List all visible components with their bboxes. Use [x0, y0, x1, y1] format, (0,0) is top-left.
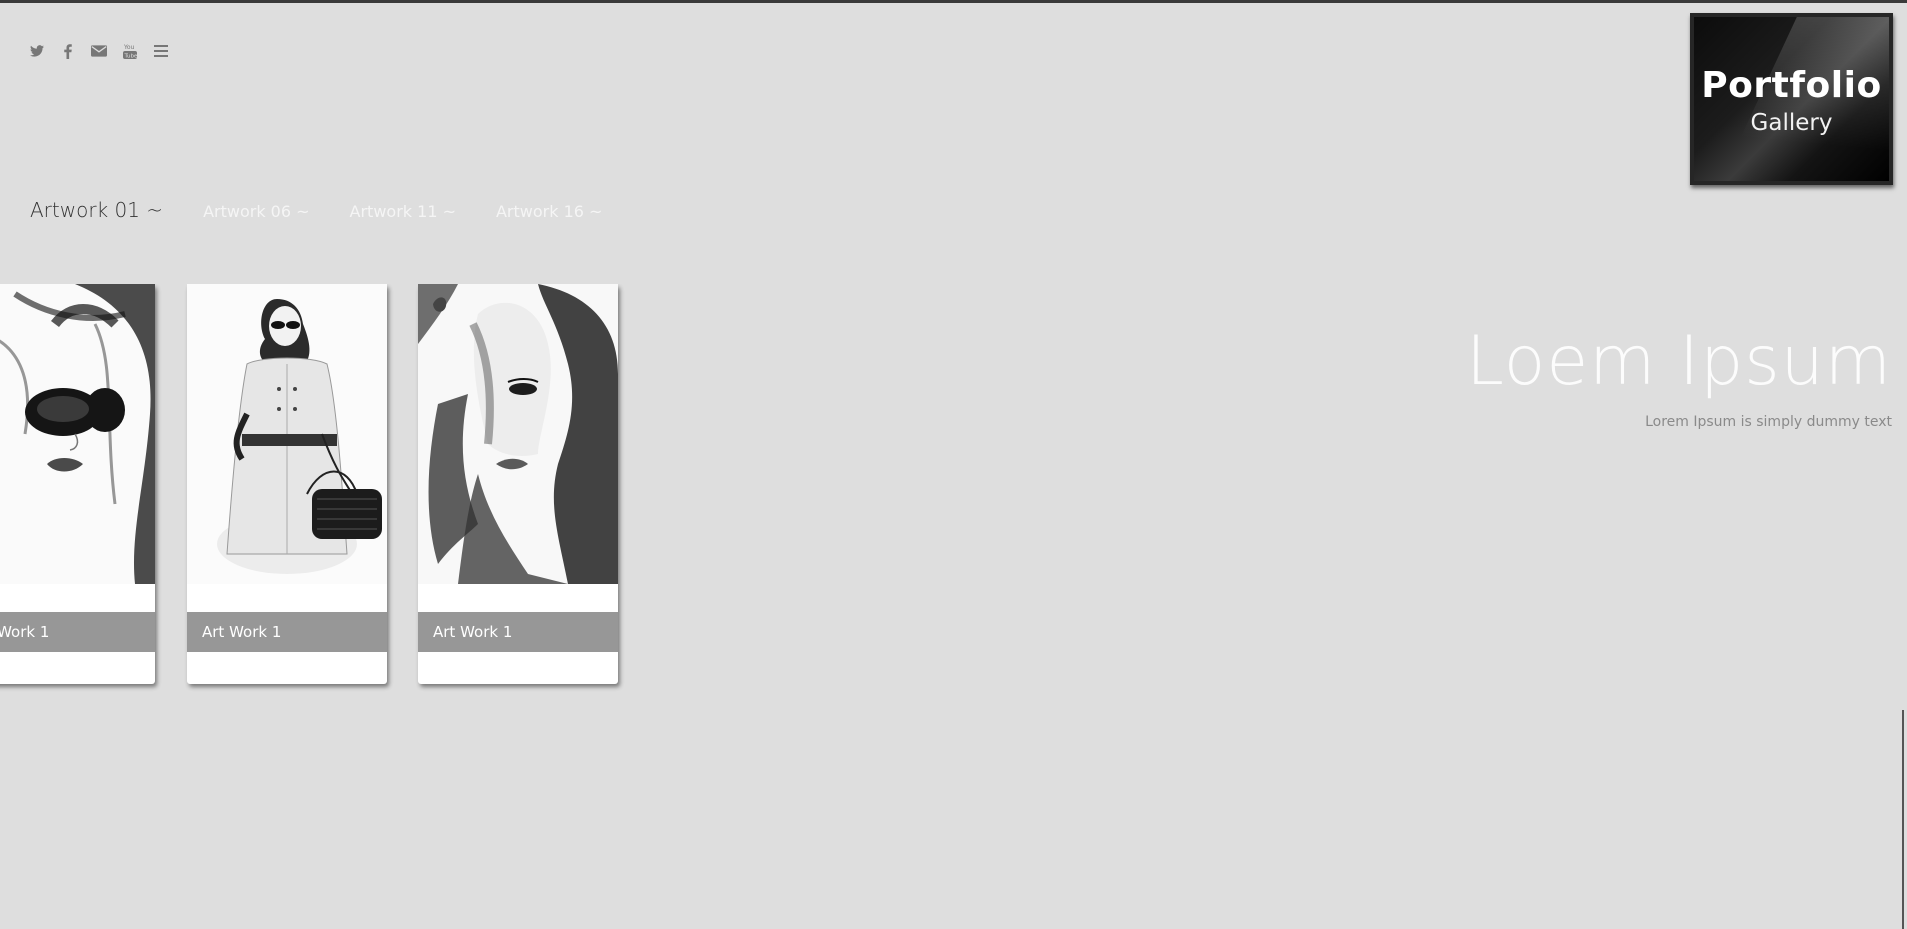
page-scrollbar[interactable] [1902, 710, 1904, 929]
logo-title: Portfolio [1701, 65, 1882, 106]
nav-item-artwork-01[interactable]: Artwork 01 ~ [30, 198, 163, 222]
card-caption: Art Work 1 [0, 612, 155, 652]
artwork-nav: Artwork 01 ~ Artwork 06 ~ Artwork 11 ~ A… [30, 198, 642, 222]
facebook-icon[interactable] [59, 42, 77, 60]
card-caption: Art Work 1 [418, 612, 618, 652]
artwork-image [187, 284, 387, 584]
card-caption: Art Work 1 [187, 612, 387, 652]
nav-item-artwork-16[interactable]: Artwork 16 ~ [496, 202, 602, 221]
nav-item-artwork-11[interactable]: Artwork 11 ~ [350, 202, 456, 221]
mail-icon[interactable] [90, 42, 108, 60]
youtube-icon[interactable]: You Tube [121, 42, 139, 60]
logo-subtitle: Gallery [1750, 110, 1833, 136]
gallery-card[interactable]: Art Work 1 [187, 284, 387, 684]
gallery-carousel: Art Work 1 Art Work 1 [0, 284, 640, 704]
svg-text:Tube: Tube [124, 54, 138, 60]
nav-item-artwork-06[interactable]: Artwork 06 ~ [203, 202, 309, 221]
menu-icon[interactable] [152, 42, 170, 60]
svg-text:You: You [123, 44, 135, 51]
gallery-card[interactable]: Art Work 1 [0, 284, 155, 684]
hero-subtitle: Lorem Ipsum is simply dummy text [1645, 414, 1892, 430]
hero-text: Loem Ipsum Lorem Ipsum is simply dummy t… [1466, 322, 1892, 431]
site-logo[interactable]: Portfolio Gallery [1690, 13, 1893, 185]
artwork-image [0, 284, 155, 584]
hero-title: Loem Ipsum [1466, 322, 1892, 401]
top-border [0, 0, 1907, 3]
artwork-image [418, 284, 618, 584]
twitter-icon[interactable] [28, 42, 46, 60]
gallery-card[interactable]: Art Work 1 [418, 284, 618, 684]
social-links: You Tube [28, 42, 183, 60]
